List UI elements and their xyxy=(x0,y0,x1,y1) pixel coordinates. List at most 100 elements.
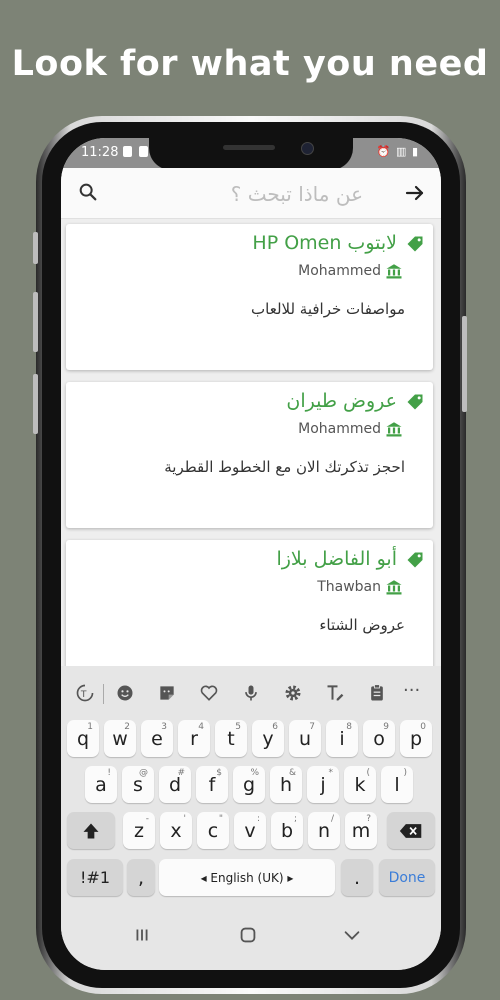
key-j[interactable]: * j xyxy=(307,766,339,803)
notification-icon xyxy=(123,146,132,157)
key-label: f xyxy=(208,773,216,796)
more-icon[interactable]: ··· xyxy=(403,680,420,701)
item-title: لابتوب HP Omen xyxy=(252,232,397,254)
gear-icon[interactable] xyxy=(283,683,303,703)
search-input[interactable] xyxy=(121,176,365,212)
battery-icon: ⏰ ▥ ▮ xyxy=(376,145,419,158)
item-description: احجز تذكرتك الان مع الخطوط القطرية xyxy=(164,458,405,476)
key-m[interactable]: ? m xyxy=(345,812,377,849)
backspace-icon xyxy=(399,823,422,838)
home-icon[interactable] xyxy=(237,924,259,946)
key-x[interactable]: ' x xyxy=(160,812,192,849)
item-description: عروض الشتاء xyxy=(319,616,405,634)
key-hint: # xyxy=(177,768,185,778)
key-hint: 3 xyxy=(161,722,167,732)
key-p[interactable]: 0p xyxy=(400,720,432,757)
list-item[interactable]: أبو الفاضل بلازا Thawban عروض الشتاء xyxy=(66,540,433,686)
period-key[interactable]: . xyxy=(341,859,373,896)
key-hint: 5 xyxy=(235,722,241,732)
back-icon[interactable] xyxy=(341,924,363,946)
key-h[interactable]: & h xyxy=(270,766,302,803)
key-hint: : xyxy=(256,814,260,824)
shift-key[interactable] xyxy=(67,812,115,849)
key-label: r xyxy=(190,727,198,750)
key-t[interactable]: 5t xyxy=(215,720,247,757)
keyboard-toolbar: T ··· xyxy=(61,666,441,720)
key-v[interactable]: :v xyxy=(234,812,266,849)
key-a[interactable]: ! a xyxy=(85,766,117,803)
key-y[interactable]: 6y xyxy=(252,720,284,757)
key-hint: - xyxy=(145,814,149,824)
backspace-key[interactable] xyxy=(387,812,435,849)
key-hint: 2 xyxy=(124,722,130,732)
emoji-icon[interactable] xyxy=(115,683,135,703)
key-hint: 4 xyxy=(198,722,204,732)
space-key[interactable]: ◂ English (UK) ▸ xyxy=(159,859,335,896)
key-hint: @ xyxy=(139,768,148,778)
list-item[interactable]: عروض طيران Mohammed احجز تذكرتك الان مع … xyxy=(66,382,433,528)
key-u[interactable]: 7u xyxy=(289,720,321,757)
clipboard-icon[interactable] xyxy=(367,683,387,703)
text-edit-icon[interactable] xyxy=(325,683,345,703)
key-q[interactable]: 1q xyxy=(67,720,99,757)
heart-icon[interactable] xyxy=(199,683,219,703)
item-title: عروض طيران xyxy=(286,390,397,412)
navigation-bar xyxy=(61,904,441,970)
key-hint: 8 xyxy=(346,722,352,732)
key-hint: / xyxy=(330,814,334,824)
recent-apps-icon[interactable] xyxy=(131,924,153,946)
key-i[interactable]: 8i xyxy=(326,720,358,757)
item-author: Mohammed xyxy=(298,263,381,279)
key-s[interactable]: @ s xyxy=(122,766,154,803)
key-n[interactable]: / n xyxy=(308,812,340,849)
key-c[interactable]: " c xyxy=(197,812,229,849)
bank-icon xyxy=(386,264,402,279)
translate-icon[interactable]: T xyxy=(75,683,95,703)
power-button xyxy=(462,316,467,412)
key-e[interactable]: 3e xyxy=(141,720,173,757)
tag-icon xyxy=(407,236,423,252)
notification-icon xyxy=(139,146,148,157)
volume-button xyxy=(33,374,38,434)
svg-text:T: T xyxy=(80,689,87,700)
microphone-icon[interactable] xyxy=(241,683,261,703)
symbols-key[interactable]: !#1 xyxy=(67,859,123,896)
item-title: أبو الفاضل بلازا xyxy=(276,548,397,570)
key-hint: 7 xyxy=(309,722,315,732)
key-hint: ! xyxy=(107,768,111,778)
key-hint: " xyxy=(218,814,223,824)
bank-icon xyxy=(386,580,402,595)
tag-icon xyxy=(407,394,423,410)
key-d[interactable]: # d xyxy=(159,766,191,803)
key-k[interactable]: (k xyxy=(344,766,376,803)
comma-key[interactable]: , xyxy=(127,859,155,896)
search-icon[interactable] xyxy=(77,181,99,203)
search-bar xyxy=(61,168,441,219)
arrow-right-icon[interactable] xyxy=(403,181,427,205)
key-hint: 9 xyxy=(383,722,389,732)
tag-icon xyxy=(407,552,423,568)
shift-icon xyxy=(83,823,99,838)
key-w[interactable]: 2w xyxy=(104,720,136,757)
key-label: c xyxy=(207,819,219,842)
key-label: l xyxy=(394,773,400,796)
key-label: z xyxy=(134,819,144,842)
key-f[interactable]: $ f xyxy=(196,766,228,803)
key-b[interactable]: ; b xyxy=(271,812,303,849)
key-label: i xyxy=(339,727,345,750)
key-o[interactable]: 9o xyxy=(363,720,395,757)
key-label: b xyxy=(280,819,294,842)
item-author: Thawban xyxy=(317,579,381,595)
done-key[interactable]: Done xyxy=(379,859,435,896)
key-label: j xyxy=(320,773,326,796)
key-z[interactable]: -z xyxy=(123,812,155,849)
bank-icon xyxy=(386,422,402,437)
phone-screen: 11:28 ⏰ ▥ ▮ لابتوب HP Omen Mohammed مواص… xyxy=(61,138,441,970)
key-r[interactable]: 4r xyxy=(178,720,210,757)
item-author: Mohammed xyxy=(298,421,381,437)
key-l[interactable]: ) l xyxy=(381,766,413,803)
key-g[interactable]: % g xyxy=(233,766,265,803)
list-item[interactable]: لابتوب HP Omen Mohammed مواصفات خرافية ل… xyxy=(66,224,433,370)
sticker-icon[interactable] xyxy=(157,683,177,703)
key-label: t xyxy=(227,727,235,750)
